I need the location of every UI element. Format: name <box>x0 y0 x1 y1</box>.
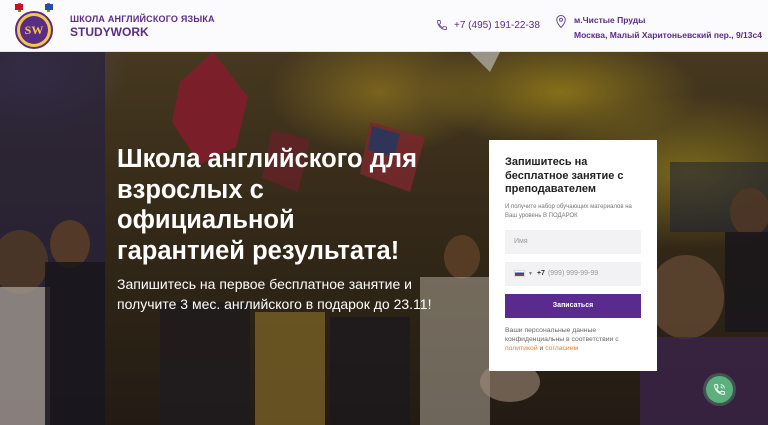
russia-flag-icon[interactable] <box>514 270 525 277</box>
brand-tagline: ШКОЛА АНГЛИЙСКОГО ЯЗЫКА <box>70 14 215 24</box>
name-placeholder: Имя <box>514 238 528 245</box>
hero-section: Школа английского для взрослых с официал… <box>0 52 768 425</box>
address-metro: м.Чистые Пруды <box>574 15 646 25</box>
submit-button[interactable]: Записаться <box>505 293 641 318</box>
hero-subtitle: Запишитесь на первое бесплатное занятие … <box>117 276 432 312</box>
phone-country-code: +7 <box>536 270 545 277</box>
chevron-down-icon[interactable]: ▼ <box>528 271 533 277</box>
logo-letters: SW <box>25 23 44 37</box>
header-phone[interactable]: +7 (495) 191-22-38 <box>436 19 540 31</box>
site-header: SW ШКОЛА АНГЛИЙСКОГО ЯЗЫКА STUDYWORK +7 … <box>0 0 768 52</box>
consent-link[interactable]: согласием <box>545 345 578 352</box>
form-title: Запишитесь на бесплатное занятие с препо… <box>505 156 624 195</box>
privacy-text: Ваши персональные данные конфиденциальны… <box>505 326 619 343</box>
address-street: Москва, Малый Харитоньевский пер., 9/13с… <box>574 30 762 40</box>
privacy-notice: Ваши персональные данные конфиденциальны… <box>505 326 641 353</box>
brand-title: STUDYWORK <box>70 25 149 39</box>
form-description: И получите набор обучающих материалов на… <box>505 203 632 219</box>
signup-form: Запишитесь на бесплатное занятие с препо… <box>489 140 657 371</box>
logo-emblem: SW <box>15 3 53 49</box>
studywork-logo[interactable]: SW <box>14 3 54 49</box>
phone-icon <box>437 20 447 30</box>
brand-name: ШКОЛА АНГЛИЙСКОГО ЯЗЫКА STUDYWORK <box>70 14 215 39</box>
privacy-and: и <box>539 344 544 352</box>
hero-title: Школа английского для взрослых с официал… <box>117 145 417 265</box>
phone-input[interactable]: ▼ +7 (999) 999-99-99 <box>505 261 641 286</box>
privacy-policy-link[interactable]: политикой <box>505 345 538 352</box>
callback-button[interactable] <box>706 376 733 403</box>
header-address: м.Чистые Пруды Москва, Малый Харитоньевс… <box>556 13 762 43</box>
location-pin-icon <box>556 15 566 28</box>
address-text: м.Чистые Пруды Москва, Малый Харитоньевс… <box>574 13 762 43</box>
phone-placeholder: (999) 999-99-99 <box>547 270 599 277</box>
name-input[interactable]: Имя <box>505 229 641 254</box>
phone-call-icon <box>714 384 725 395</box>
phone-number[interactable]: +7 (495) 191-22-38 <box>454 20 540 31</box>
